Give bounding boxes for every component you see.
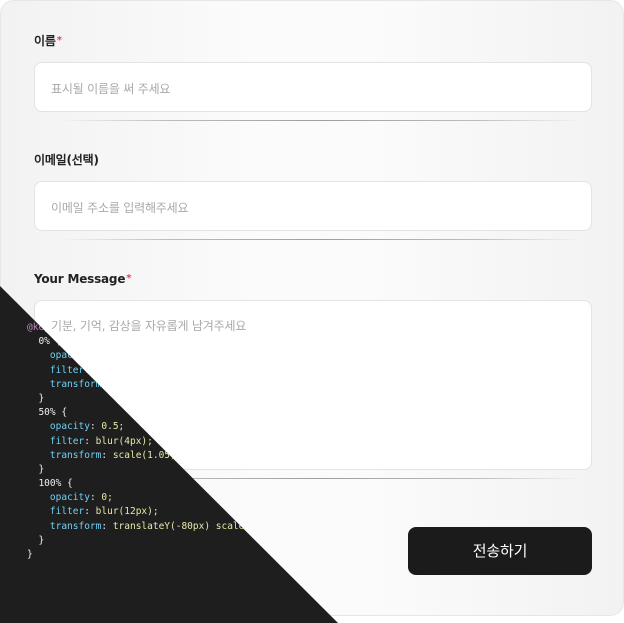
name-required-mark: * xyxy=(56,35,62,46)
email-divider xyxy=(61,239,581,240)
name-input[interactable]: 표시될 이름을 써 주세요 xyxy=(34,62,592,112)
page: 이름* 표시될 이름을 써 주세요 이메일(선택) 이메일 주소를 입력해주세요… xyxy=(0,0,624,623)
name-input-placeholder: 표시될 이름을 써 주세요 xyxy=(51,82,171,96)
email-input[interactable]: 이메일 주소를 입력해주세요 xyxy=(34,181,592,231)
message-textarea-placeholder: 기분, 기억, 감상을 자유롭게 남겨주세요 xyxy=(51,319,247,333)
submit-button[interactable]: 전송하기 xyxy=(408,527,592,575)
email-label-text: 이메일(선택) xyxy=(34,153,99,167)
message-label-text: Your Message xyxy=(34,272,126,286)
name-label: 이름* xyxy=(34,33,62,49)
code-line: } xyxy=(27,534,45,546)
message-required-mark: * xyxy=(126,273,132,284)
name-divider xyxy=(61,120,581,121)
message-label: Your Message* xyxy=(34,271,131,287)
email-label: 이메일(선택) xyxy=(34,152,99,168)
email-input-placeholder: 이메일 주소를 입력해주세요 xyxy=(51,201,189,215)
code-line: } xyxy=(27,549,33,560)
name-label-text: 이름 xyxy=(34,34,56,48)
